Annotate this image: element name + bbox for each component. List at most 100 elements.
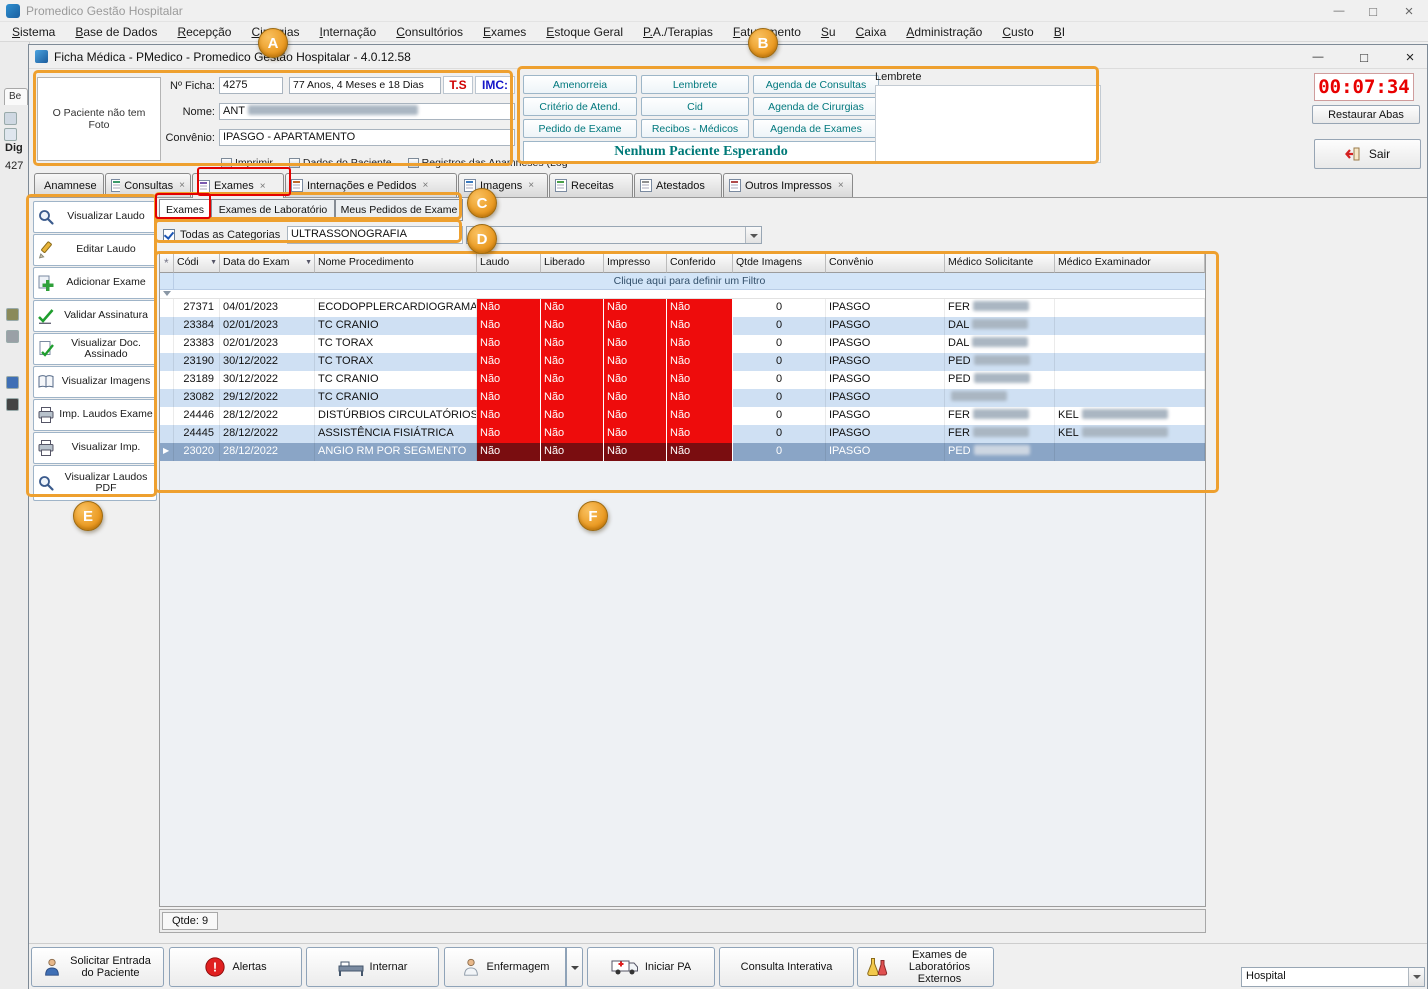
column-header-qtde-imagens[interactable]: Qtde Imagens bbox=[733, 254, 826, 273]
menu-estoque-geral[interactable]: Estoque Geral bbox=[536, 23, 633, 41]
tab-outros-impressos[interactable]: Outros Impressos × bbox=[723, 173, 853, 197]
sair-button[interactable]: Sair bbox=[1314, 139, 1421, 169]
iniciar-pa-button[interactable]: Iniciar PA bbox=[587, 947, 715, 987]
ficha-minimize-button[interactable] bbox=[1303, 47, 1333, 67]
column-header-laudo[interactable]: Laudo bbox=[477, 254, 541, 273]
cid-button[interactable]: Cid bbox=[641, 97, 749, 116]
agenda-exames-button[interactable]: Agenda de Exames bbox=[753, 119, 879, 138]
table-row[interactable]: 27371 04/01/2023 ECODOPPLERCARDIOGRAMA N… bbox=[160, 299, 1205, 317]
ficha-close-button[interactable] bbox=[1395, 47, 1425, 67]
convenio-field[interactable]: IPASGO - APARTAMENTO bbox=[219, 129, 515, 146]
visualizar-laudo-button[interactable]: Visualizar Laudo bbox=[33, 201, 157, 233]
enfermagem-button[interactable]: Enfermagem bbox=[444, 947, 566, 987]
menu-internacao[interactable]: Internação bbox=[310, 23, 387, 41]
enfermagem-dropdown-arrow[interactable] bbox=[566, 947, 583, 987]
restaurar-abas-button[interactable]: Restaurar Abas bbox=[1312, 105, 1420, 124]
menu-sistema[interactable]: Sistema bbox=[2, 23, 65, 41]
alertas-button[interactable]: ! Alertas bbox=[169, 947, 302, 987]
column-header-liberado[interactable]: Liberado bbox=[541, 254, 604, 273]
tab-atestados[interactable]: Atestados bbox=[634, 173, 722, 197]
unidade-combobox[interactable]: Hospital bbox=[1241, 967, 1425, 987]
main-maximize-button[interactable] bbox=[1356, 0, 1390, 22]
imprimir-link[interactable]: Imprimir bbox=[221, 157, 273, 169]
tab-close-icon[interactable]: × bbox=[838, 180, 844, 191]
tab-close-icon[interactable]: × bbox=[260, 181, 266, 192]
column-chooser-icon[interactable] bbox=[160, 254, 174, 273]
pedido-exame-button[interactable]: Pedido de Exame bbox=[523, 119, 637, 138]
column-header-medico-examinador[interactable]: Médico Examinador bbox=[1055, 254, 1205, 273]
column-header-data-exame[interactable]: Data do Exam bbox=[220, 254, 315, 273]
tab-close-icon[interactable]: × bbox=[528, 180, 534, 191]
menu-pa-terapias[interactable]: P.A./Terapias bbox=[633, 23, 723, 41]
agenda-consultas-button[interactable]: Agenda de Consultas bbox=[753, 75, 879, 94]
ficha-number-field[interactable]: 4275 bbox=[219, 77, 283, 94]
menu-consultorios[interactable]: Consultórios bbox=[386, 23, 473, 41]
name-field[interactable]: ANT bbox=[219, 103, 515, 120]
imc-button[interactable]: IMC: bbox=[475, 76, 515, 94]
table-row[interactable]: 23189 30/12/2022 TC CRANIO Não Não Não N… bbox=[160, 371, 1205, 389]
editar-laudo-button[interactable]: Editar Laudo bbox=[33, 234, 157, 266]
subtab-exames[interactable]: Exames bbox=[159, 199, 211, 221]
chevron-down-icon[interactable] bbox=[745, 227, 761, 243]
visualizar-doc-assinado-button[interactable]: Visualizar Doc. Assinado bbox=[33, 333, 157, 365]
column-header-medico-solicitante[interactable]: Médico Solicitante bbox=[945, 254, 1055, 273]
subtab-exames-laboratorio[interactable]: Exames de Laboratório bbox=[211, 199, 335, 221]
lembrete-button[interactable]: Lembrete bbox=[641, 75, 749, 94]
visualizar-imagens-button[interactable]: Visualizar Imagens bbox=[33, 366, 157, 398]
main-minimize-button[interactable] bbox=[1322, 0, 1356, 22]
recibos-medicos-button[interactable]: Recibos - Médicos bbox=[641, 119, 749, 138]
menu-exames[interactable]: Exames bbox=[473, 23, 536, 41]
column-header-procedimento[interactable]: Nome Procedimento bbox=[315, 254, 477, 273]
table-row[interactable]: 23190 30/12/2022 TC TORAX Não Não Não Nã… bbox=[160, 353, 1205, 371]
menu-administracao[interactable]: Administração bbox=[896, 23, 992, 41]
tab-close-icon[interactable]: × bbox=[179, 180, 185, 191]
chevron-down-icon[interactable] bbox=[1408, 968, 1424, 986]
menu-custo[interactable]: Custo bbox=[992, 23, 1043, 41]
filter-hint-text[interactable]: Clique aqui para definir um Filtro bbox=[174, 273, 1205, 289]
exame-combobox[interactable] bbox=[466, 226, 762, 244]
solicitar-entrada-button[interactable]: Solicitar Entrada do Paciente bbox=[31, 947, 164, 987]
internar-button[interactable]: Internar bbox=[306, 947, 439, 987]
visualizar-imp-button[interactable]: Visualizar Imp. bbox=[33, 432, 157, 464]
column-header-impresso[interactable]: Impresso bbox=[604, 254, 667, 273]
ts-button[interactable]: T.S bbox=[443, 76, 473, 94]
consulta-interativa-button[interactable]: Consulta Interativa bbox=[719, 947, 854, 987]
tab-receitas[interactable]: Receitas bbox=[549, 173, 633, 197]
menu-base-de-dados[interactable]: Base de Dados bbox=[65, 23, 167, 41]
grid-filter-row[interactable] bbox=[160, 290, 1205, 299]
menu-su[interactable]: Su bbox=[811, 23, 846, 41]
categoria-field[interactable]: ULTRASSONOGRAFIA bbox=[287, 226, 463, 244]
tab-exames[interactable]: Exames × bbox=[192, 173, 284, 198]
column-header-convenio[interactable]: Convênio bbox=[826, 254, 945, 273]
validar-assinatura-button[interactable]: Validar Assinatura bbox=[33, 300, 157, 332]
tab-anamnese[interactable]: Anamnese bbox=[34, 173, 104, 197]
table-row[interactable]: 23384 02/01/2023 TC CRANIO Não Não Não N… bbox=[160, 317, 1205, 335]
tab-internacoes-pedidos[interactable]: Internações e Pedidos × bbox=[285, 173, 457, 197]
criterio-atend-button[interactable]: Critério de Atend. bbox=[523, 97, 637, 116]
table-row-selected[interactable]: 23020 28/12/2022 ANGIO RM POR SEGMENTO N… bbox=[160, 443, 1205, 461]
imp-laudos-exame-button[interactable]: Imp. Laudos Exame bbox=[33, 399, 157, 431]
tab-consultas[interactable]: Consultas × bbox=[105, 173, 191, 197]
column-header-codigo[interactable]: Códi bbox=[174, 254, 220, 273]
todas-categorias-checkbox[interactable] bbox=[163, 229, 175, 241]
agenda-cirurgias-button[interactable]: Agenda de Cirurgias bbox=[753, 97, 879, 116]
exames-lab-externos-button[interactable]: Exames de Laboratórios Externos bbox=[857, 947, 994, 987]
table-row[interactable]: 23082 29/12/2022 TC CRANIO Não Não Não N… bbox=[160, 389, 1205, 407]
table-row[interactable]: 23383 02/01/2023 TC TORAX Não Não Não Nã… bbox=[160, 335, 1205, 353]
subtab-meus-pedidos-exame[interactable]: Meus Pedidos de Exame bbox=[335, 199, 463, 221]
dados-do-paciente-link[interactable]: Dados do Paciente bbox=[288, 157, 392, 169]
menu-caixa[interactable]: Caixa bbox=[846, 23, 897, 41]
amenorreia-button[interactable]: Amenorreia bbox=[523, 75, 637, 94]
grid-filter-hint-row[interactable]: Clique aqui para definir um Filtro bbox=[160, 273, 1205, 290]
table-row[interactable]: 24446 28/12/2022 DISTÚRBIOS CIRCULATÓRIO… bbox=[160, 407, 1205, 425]
main-close-button[interactable] bbox=[1390, 0, 1428, 22]
visualizar-laudos-pdf-button[interactable]: Visualizar Laudos PDF bbox=[33, 465, 157, 501]
adicionar-exame-button[interactable]: Adicionar Exame bbox=[33, 267, 157, 299]
menu-bi[interactable]: BI bbox=[1044, 23, 1075, 41]
column-header-conferido[interactable]: Conferido bbox=[667, 254, 733, 273]
lembrete-panel[interactable] bbox=[875, 85, 1101, 163]
table-row[interactable]: 24445 28/12/2022 ASSISTÊNCIA FISIÁTRICA … bbox=[160, 425, 1205, 443]
menu-recepcao[interactable]: Recepção bbox=[167, 23, 241, 41]
tab-close-icon[interactable]: × bbox=[422, 180, 428, 191]
ficha-maximize-button[interactable] bbox=[1349, 47, 1379, 67]
